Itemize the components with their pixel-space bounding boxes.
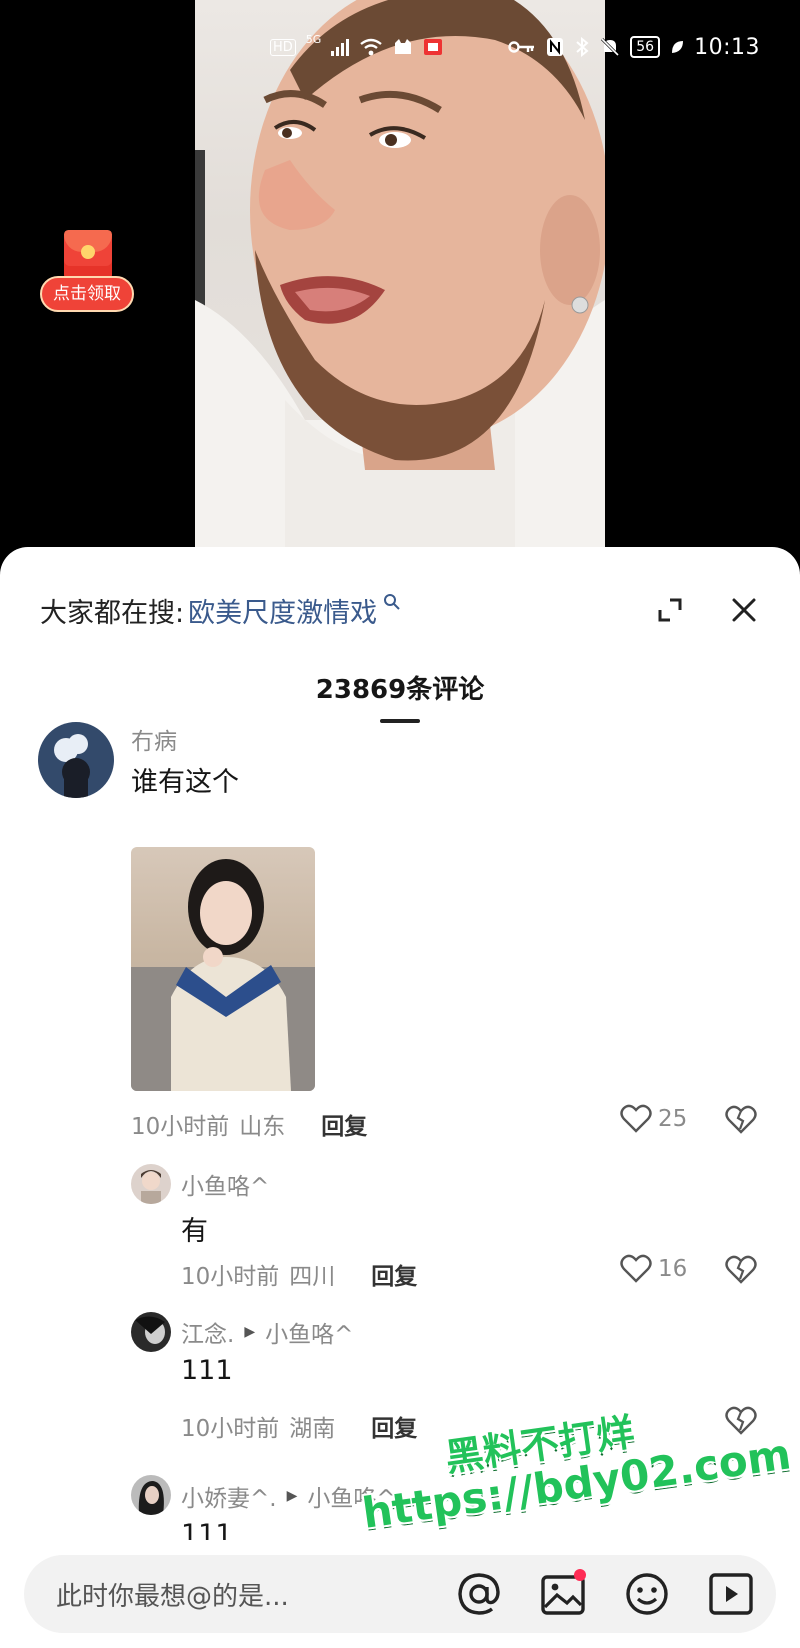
expand-icon xyxy=(658,598,682,622)
comment-text: 谁有这个 xyxy=(131,767,239,798)
book-notification-icon xyxy=(424,39,443,55)
reply-username[interactable]: 小鱼咯^ xyxy=(181,1167,269,1201)
expand-button[interactable] xyxy=(654,594,686,626)
avatar[interactable] xyxy=(131,1164,171,1204)
like-button[interactable]: 25 xyxy=(620,1104,687,1134)
reply-meta: 10小时前 四川 回复 xyxy=(181,1257,417,1291)
emoji-smile-icon xyxy=(626,1573,668,1615)
wifi-icon xyxy=(360,38,383,56)
dislike-broken-heart-icon[interactable] xyxy=(725,1254,757,1286)
close-icon xyxy=(732,598,756,622)
heart-icon xyxy=(620,1254,652,1283)
image-upload-button[interactable] xyxy=(538,1569,588,1619)
at-mention-icon xyxy=(458,1573,500,1615)
new-badge-dot xyxy=(574,1569,586,1581)
close-button[interactable] xyxy=(728,594,760,626)
reply-button[interactable]: 回复 xyxy=(371,1257,417,1291)
reply-to-arrow-icon: ▶ xyxy=(286,1488,298,1504)
reply-button[interactable]: 回复 xyxy=(371,1409,417,1443)
trending-search-link[interactable]: 欧美尺度激情戏 xyxy=(188,591,377,630)
battery-icon: 56 xyxy=(630,36,661,58)
like-button[interactable]: 16 xyxy=(620,1254,687,1284)
video-player[interactable]: HD 5G 56 10:13 点击领取 xyxy=(0,0,800,560)
avatar[interactable] xyxy=(131,1312,171,1352)
reply-location: 四川 xyxy=(289,1264,336,1290)
nfc-icon xyxy=(547,38,564,56)
reply-to-arrow-icon: ▶ xyxy=(244,1324,256,1340)
promo-claim-label[interactable]: 点击领取 xyxy=(40,276,134,312)
comment-count-title: 23869条评论 xyxy=(315,675,485,705)
reply-username-line: 小娇妻^. ▶ 小鱼咯^ xyxy=(181,1479,396,1513)
emoji-button[interactable] xyxy=(622,1569,672,1619)
video-reply-button[interactable] xyxy=(706,1569,756,1619)
search-hint-label: 大家都在搜: xyxy=(40,597,185,629)
avatar[interactable] xyxy=(131,1475,171,1515)
status-bar: HD 5G 56 10:13 xyxy=(270,30,760,64)
reply-time: 10小时前 xyxy=(181,1416,280,1442)
play-box-icon xyxy=(709,1573,753,1615)
network-gen-label: 5G xyxy=(305,32,322,46)
sheet-header: 大家都在搜: 欧美尺度激情戏 xyxy=(40,585,760,635)
heart-icon xyxy=(620,1104,652,1133)
dislike-broken-heart-icon[interactable] xyxy=(725,1405,757,1437)
reply-to-username[interactable]: 小鱼咯^ xyxy=(265,1315,353,1349)
comment-count-underline xyxy=(380,719,420,723)
comment-time: 10小时前 xyxy=(131,1114,230,1140)
comment-meta: 10小时前 山东 回复 xyxy=(131,1107,367,1141)
mention-button[interactable] xyxy=(454,1569,504,1619)
reply-meta: 10小时前 湖南 回复 xyxy=(181,1409,417,1443)
bluetooth-icon xyxy=(576,37,589,57)
reply-username[interactable]: 小娇妻^. xyxy=(181,1479,277,1513)
comment-image-attachment[interactable] xyxy=(131,847,315,1091)
comment-input-bar: 此时你最想@的是... xyxy=(0,1540,800,1648)
like-count: 25 xyxy=(658,1106,688,1132)
comment-location: 山东 xyxy=(239,1114,286,1140)
signal-icon xyxy=(331,38,350,56)
red-envelope-icon xyxy=(64,230,112,280)
hd-network-icon: HD xyxy=(270,38,296,56)
avatar[interactable] xyxy=(38,722,114,798)
comment-sheet: 大家都在搜: 欧美尺度激情戏 23869条评论 冇病 谁有这个 10小时前 山东… xyxy=(0,547,800,1648)
reply-text: 有 xyxy=(181,1216,208,1247)
search-icon[interactable] xyxy=(383,593,401,611)
reply-location: 湖南 xyxy=(289,1416,336,1442)
reply-text: 111 xyxy=(181,1355,233,1386)
comment-input-placeholder[interactable]: 此时你最想@的是... xyxy=(56,1576,289,1613)
like-count: 16 xyxy=(658,1256,688,1282)
app-notification-icon xyxy=(395,39,412,54)
leaf-icon xyxy=(672,41,684,53)
red-envelope-promo[interactable]: 点击领取 xyxy=(40,228,134,316)
reply-to-username[interactable]: 小鱼咯^ xyxy=(307,1479,395,1513)
reply-username-line: 江念. ▶ 小鱼咯^ xyxy=(181,1315,353,1349)
video-frame xyxy=(195,0,605,560)
reply-button[interactable]: 回复 xyxy=(321,1107,367,1141)
comment-username[interactable]: 冇病 xyxy=(131,722,177,756)
status-time: 10:13 xyxy=(694,34,760,60)
key-icon xyxy=(508,41,535,53)
mute-bell-icon xyxy=(601,37,620,57)
reply-time: 10小时前 xyxy=(181,1264,280,1290)
dislike-broken-heart-icon[interactable] xyxy=(725,1104,757,1136)
reply-username[interactable]: 江念. xyxy=(181,1315,234,1349)
video-person-image xyxy=(195,0,605,560)
comment-input-field[interactable]: 此时你最想@的是... xyxy=(24,1555,776,1633)
